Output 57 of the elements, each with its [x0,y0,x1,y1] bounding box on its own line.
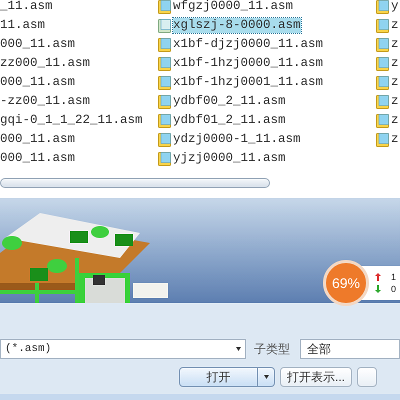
file-item[interactable]: 000_11.asm [0,75,76,90]
file-type-dropdown[interactable]: (*.asm) [0,339,246,359]
scrollbar[interactable] [0,178,270,188]
file-icon [158,76,171,90]
file-item[interactable]: z [391,37,399,52]
file-item[interactable]: zz000_11.asm [0,56,90,71]
download-speed: 0 [391,283,398,295]
file-item[interactable]: z [391,56,399,71]
file-icon [158,114,171,128]
file-item[interactable]: y [391,0,399,14]
file-icon [158,0,171,14]
file-icon [158,18,171,32]
file-item[interactable]: x1bf-1hzj0001_11.asm [173,75,324,90]
file-item[interactable]: z [391,18,399,33]
file-item[interactable]: 000_11.asm [0,37,76,52]
arrows-icon [375,272,381,294]
file-item[interactable]: x1bf-djzj0000_11.asm [173,37,324,52]
file-item[interactable]: 000_11.asm [0,151,76,166]
file-icon [376,18,389,32]
open-menu-button[interactable] [258,367,275,387]
percent-badge: 69% [323,260,369,306]
file-item[interactable]: z [391,132,399,147]
file-icon [376,56,389,70]
file-icon [158,152,171,166]
file-icon [158,132,171,146]
file-icon [376,114,389,128]
file-item[interactable]: ydbf00_2_11.asm [173,94,286,109]
file-icon [376,132,389,146]
file-item[interactable]: -zz00_11.asm [0,94,90,109]
file-icon [158,38,171,52]
file-item[interactable]: z [391,94,399,109]
file-item[interactable]: ydzj0000-1_11.asm [173,132,301,147]
file-item[interactable]: _11.asm [0,0,53,14]
file-item[interactable]: yjzj0000_11.asm [173,151,286,166]
action-button[interactable]: 打开表示... [280,367,352,387]
file-icon [158,94,171,108]
open-button[interactable]: 打开 [179,367,258,387]
file-item[interactable]: z [391,75,399,90]
action-button[interactable] [357,367,378,387]
subtype-field[interactable]: 全部 [300,339,400,359]
file-icon [376,94,389,108]
file-item[interactable]: 000_11.asm [0,132,76,147]
file-item[interactable]: xglszj-8-0000.asm [173,18,301,33]
file-item[interactable]: z [391,113,399,128]
file-item[interactable]: x1bf-1hzj0000_11.asm [173,56,324,71]
caret-icon [264,375,268,379]
file-item[interactable]: gqi-0_1_1_22_11.asm [0,113,143,128]
file-icon [376,76,389,90]
file-item[interactable]: 11.asm [0,18,46,33]
file-icon [376,0,389,14]
caret-icon [236,347,241,351]
upload-speed: 1 [391,271,398,283]
file-item[interactable]: ydbf01_2_11.asm [173,113,286,128]
subtype-label: 子类型 [254,341,291,358]
file-icon [158,56,171,70]
file-icon [376,38,389,52]
file-item[interactable]: wfgzj0000_11.asm [173,0,294,14]
